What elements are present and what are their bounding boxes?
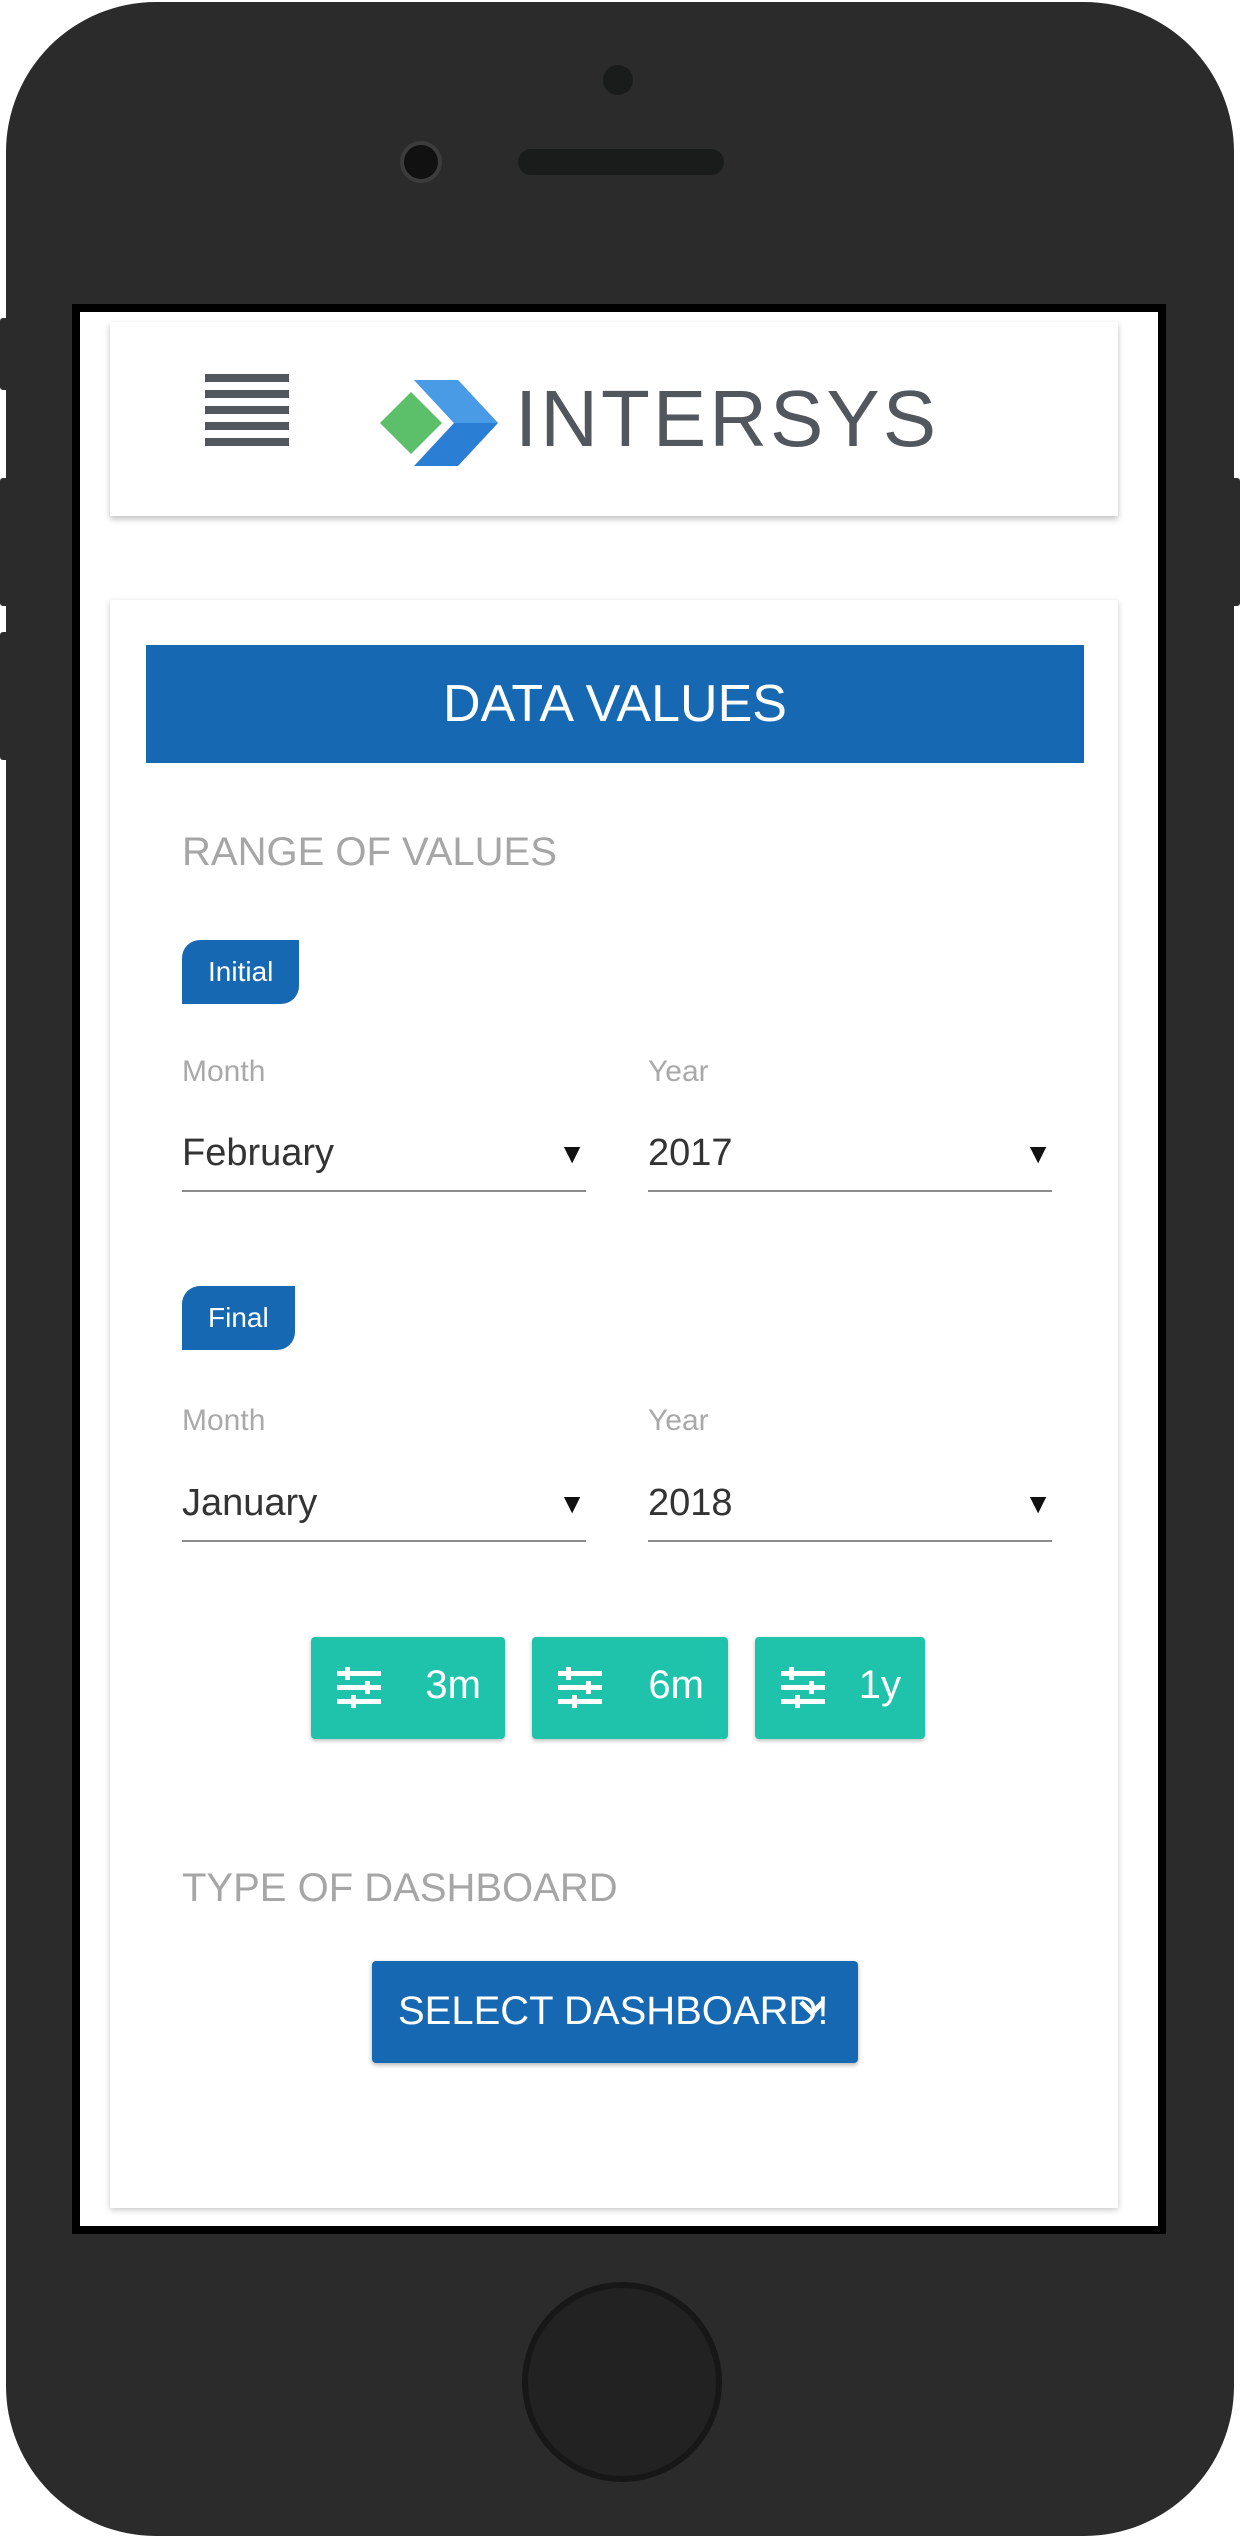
initial-month-select[interactable]: February ▼: [182, 1132, 586, 1192]
hamburger-menu-icon[interactable]: [205, 374, 289, 458]
phone-screen: INTERSYS DATA VALUES RANGE OF VALUES Ini…: [72, 304, 1166, 2234]
type-of-dashboard-label: TYPE OF DASHBOARD: [182, 1866, 618, 1910]
final-month-label: Month: [182, 1404, 266, 1437]
tune-icon: [558, 1667, 602, 1708]
side-button-volume-down: [0, 632, 10, 760]
card-title: DATA VALUES: [146, 645, 1084, 763]
range-6m-label: 6m: [648, 1663, 704, 1707]
final-month-select[interactable]: January ▼: [182, 1482, 586, 1542]
side-button-mute: [0, 318, 10, 390]
initial-year-value: 2017: [648, 1132, 733, 1174]
select-dashboard-label: SELECT DASHBOARD!: [398, 1989, 829, 2033]
dropdown-arrow-icon: ▼: [1024, 1488, 1052, 1519]
final-badge: Final: [182, 1286, 295, 1350]
range-3m-label: 3m: [425, 1663, 481, 1707]
dropdown-arrow-icon: ▼: [558, 1138, 586, 1169]
dropdown-arrow-icon: ▼: [1024, 1138, 1052, 1169]
home-button[interactable]: [522, 2282, 722, 2482]
final-year-select[interactable]: 2018 ▼: [648, 1482, 1052, 1542]
initial-month-label: Month: [182, 1055, 266, 1088]
final-year-label: Year: [648, 1404, 709, 1437]
app-viewport: INTERSYS DATA VALUES RANGE OF VALUES Ini…: [80, 312, 1158, 2226]
select-dashboard-button[interactable]: SELECT DASHBOARD!: [372, 1961, 858, 2063]
range-1y-label: 1y: [858, 1663, 901, 1707]
brand-name: INTERSYS: [515, 374, 940, 463]
front-camera: [400, 141, 442, 183]
initial-year-label: Year: [648, 1055, 709, 1088]
final-year-value: 2018: [648, 1482, 733, 1524]
side-button-volume-up: [0, 478, 10, 606]
intersys-logo-mark: [380, 380, 498, 466]
earpiece-speaker: [518, 149, 724, 175]
initial-badge: Initial: [182, 940, 300, 1004]
initial-year-select[interactable]: 2017 ▼: [648, 1132, 1052, 1192]
tune-icon: [781, 1667, 825, 1708]
final-month-value: January: [182, 1482, 318, 1524]
dropdown-arrow-icon: ▼: [558, 1488, 586, 1519]
range-of-values-label: RANGE OF VALUES: [182, 830, 557, 874]
proximity-sensor: [603, 65, 633, 95]
range-3m-button[interactable]: 3m: [311, 1637, 505, 1739]
side-button-power: [1230, 478, 1240, 606]
app-header: INTERSYS: [110, 322, 1118, 516]
initial-month-value: February: [182, 1132, 335, 1174]
data-values-card: DATA VALUES RANGE OF VALUES Initial Mont…: [110, 600, 1118, 2208]
range-1y-button[interactable]: 1y: [755, 1637, 925, 1739]
range-6m-button[interactable]: 6m: [532, 1637, 728, 1739]
chevron-down-icon: [799, 2000, 825, 2017]
tune-icon: [337, 1667, 381, 1708]
